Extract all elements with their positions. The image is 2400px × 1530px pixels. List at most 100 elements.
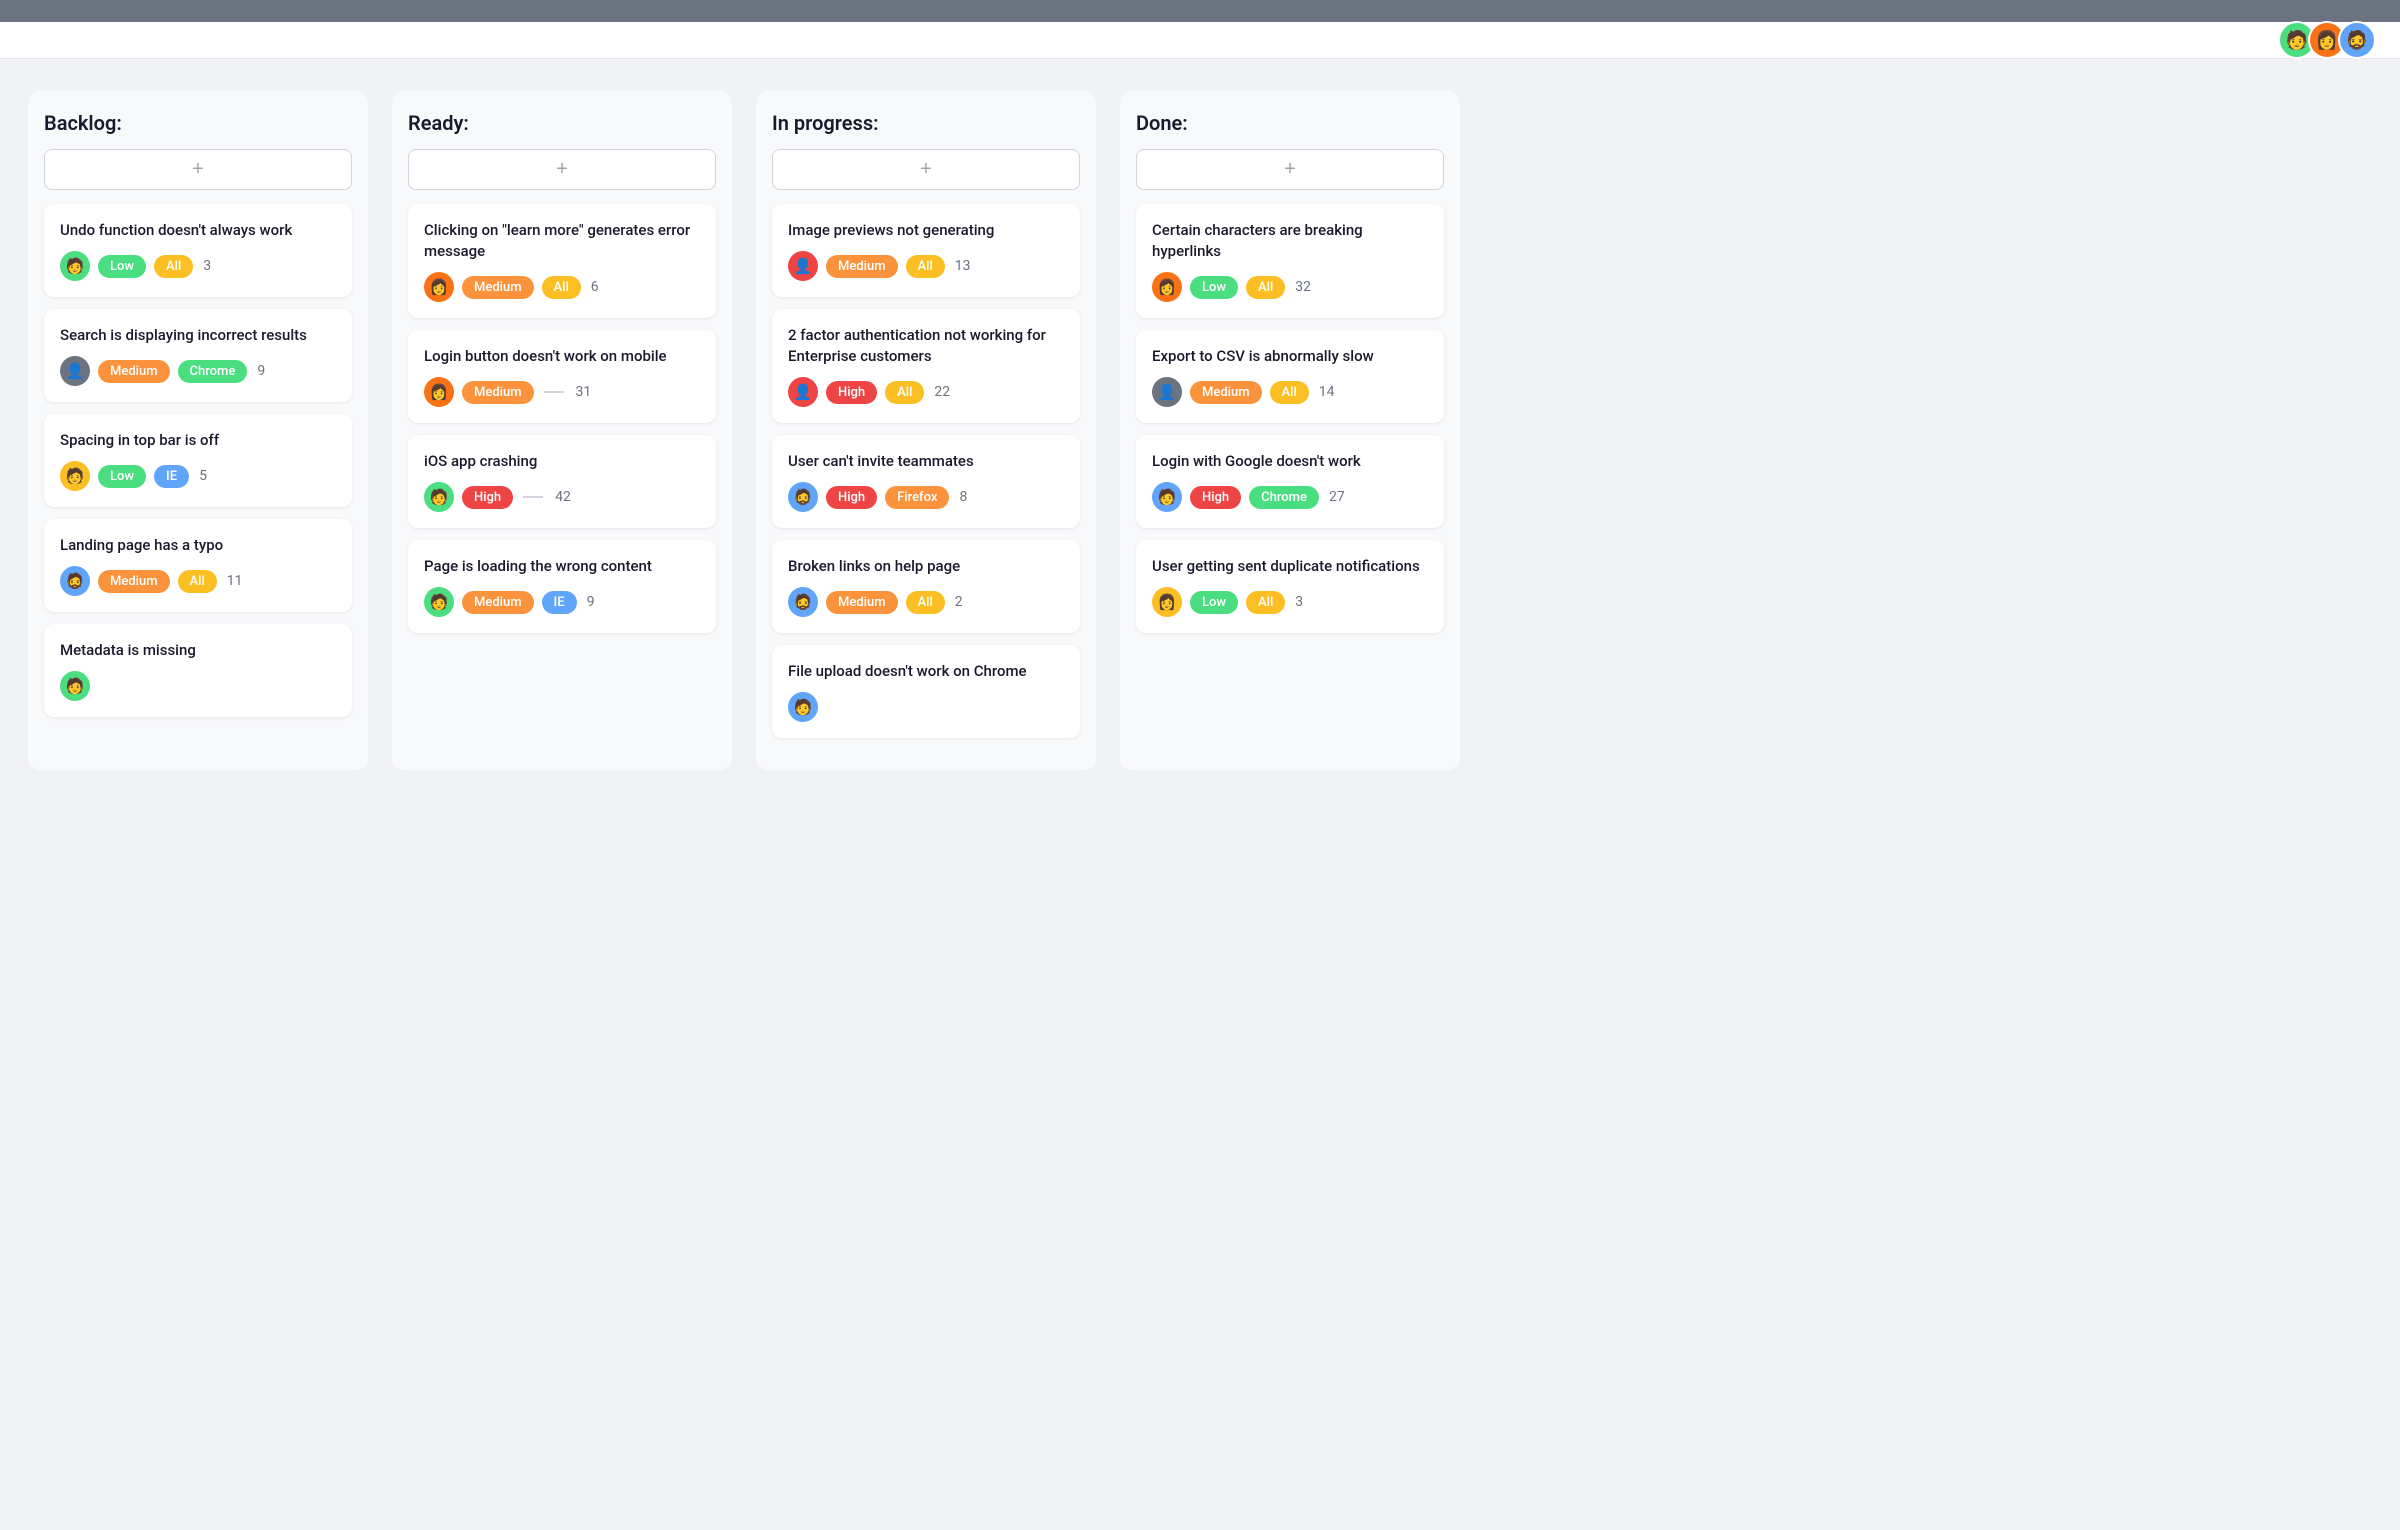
card-title: Clicking on "learn more" generates error… [424,220,700,262]
card-count: 42 [555,489,571,505]
column-header-ready: Ready: [408,111,716,135]
avatar: 🧑 [424,587,454,617]
tag-badge: All [154,255,193,278]
column-header-done: Done: [1136,111,1444,135]
header-avatars: 🧑 👩 🧔 [2284,21,2376,59]
card-done-1[interactable]: Export to CSV is abnormally slow👤MediumA… [1136,330,1444,423]
priority-badge: Medium [1190,381,1262,404]
avatar: 👩 [1152,272,1182,302]
add-card-button-done[interactable]: + [1136,149,1444,190]
card-meta: 👤HighAll22 [788,377,1064,407]
tag-badge: IE [542,591,577,614]
column-header-backlog: Backlog: [44,111,352,135]
avatar: 🧔 [788,482,818,512]
tag-badge: All [885,381,924,404]
card-meta: 🧑HighChrome27 [1152,482,1428,512]
card-meta: 🧔 Medium All 2 [788,587,1064,617]
column-done: Done: + Certain characters are breaking hy… [1120,91,1460,770]
priority-badge: Medium [826,255,898,278]
avatar-3[interactable]: 🧔 [2338,21,2376,59]
card-ready-2[interactable]: iOS app crashing🧑High42 [408,435,716,528]
card-in-progress-2[interactable]: User can't invite teammates🧔HighFirefox8 [772,435,1080,528]
card-in-progress-3[interactable]: Broken links on help page 🧔 Medium All 2 [772,540,1080,633]
column-header-in-progress: In progress: [772,111,1080,135]
card-meta: 👩MediumAll6 [424,272,700,302]
card-count: 3 [203,258,211,274]
header: 🧑 👩 🧔 [0,22,2400,59]
card-count: 14 [1319,384,1335,400]
card-meta: 👩Medium31 [424,377,700,407]
card-title: Landing page has a typo [60,535,336,556]
card-done-0[interactable]: Certain characters are breaking hyperlin… [1136,204,1444,318]
add-card-button-backlog[interactable]: + [44,149,352,190]
avatar: 🧑 [60,251,90,281]
card-meta: 👩LowAll32 [1152,272,1428,302]
avatar: 👤 [788,251,818,281]
separator [544,391,564,393]
card-title: User getting sent duplicate notification… [1152,556,1428,577]
tag-badge: Chrome [178,360,248,383]
priority-badge: Medium [826,591,898,614]
avatar: 👤 [60,356,90,386]
card-title: iOS app crashing [424,451,700,472]
card-title: Undo function doesn't always work [60,220,336,241]
tag-badge: Firefox [885,486,949,509]
avatar: 👤 [788,377,818,407]
card-meta: 🧑 [60,671,336,701]
card-count: 8 [959,489,967,505]
card-backlog-1[interactable]: Search is displaying incorrect results 👤M… [44,309,352,402]
card-title: Export to CSV is abnormally slow [1152,346,1428,367]
card-count: 5 [199,468,207,484]
card-backlog-3[interactable]: Landing page has a typo🧔MediumAll11 [44,519,352,612]
card-in-progress-4[interactable]: File upload doesn't work on Chrome🧑 [772,645,1080,738]
card-ready-0[interactable]: Clicking on "learn more" generates error… [408,204,716,318]
card-ready-3[interactable]: Page is loading the wrong content 🧑Medium… [408,540,716,633]
card-count: 27 [1329,489,1345,505]
card-count: 32 [1295,279,1311,295]
card-meta: 👤MediumAll13 [788,251,1064,281]
card-title: Spacing in top bar is off [60,430,336,451]
priority-badge: Low [98,255,146,278]
priority-badge: Low [98,465,146,488]
card-ready-1[interactable]: Login button doesn't work on mobile 👩Medi… [408,330,716,423]
card-title: Page is loading the wrong content [424,556,700,577]
card-title: Metadata is missing [60,640,336,661]
card-title: Broken links on help page [788,556,1064,577]
card-done-2[interactable]: Login with Google doesn't work 🧑HighChrom… [1136,435,1444,528]
add-card-button-in-progress[interactable]: + [772,149,1080,190]
card-in-progress-1[interactable]: 2 factor authentication not working for … [772,309,1080,423]
card-title: Search is displaying incorrect results [60,325,336,346]
priority-badge: High [826,486,877,509]
add-card-button-ready[interactable]: + [408,149,716,190]
card-backlog-0[interactable]: Undo function doesn't always work 🧑 Low All… [44,204,352,297]
card-meta: 🧑LowIE5 [60,461,336,491]
priority-badge: Low [1190,591,1238,614]
tag-badge: IE [154,465,189,488]
card-title: Certain characters are breaking hyperlin… [1152,220,1428,262]
tag-badge: All [906,591,945,614]
card-count: 2 [955,594,963,610]
priority-badge: High [826,381,877,404]
avatar: 👩 [424,377,454,407]
card-backlog-2[interactable]: Spacing in top bar is off🧑LowIE5 [44,414,352,507]
card-title: Image previews not generating [788,220,1064,241]
card-title: 2 factor authentication not working for … [788,325,1064,367]
avatar: 👩 [1152,587,1182,617]
priority-badge: Medium [462,276,534,299]
card-title: Login with Google doesn't work [1152,451,1428,472]
avatar: 🧔 [788,587,818,617]
card-in-progress-0[interactable]: Image previews not generating👤MediumAll1… [772,204,1080,297]
card-backlog-4[interactable]: Metadata is missing 🧑 [44,624,352,717]
tag-badge: All [1270,381,1309,404]
card-title: Login button doesn't work on mobile [424,346,700,367]
card-meta: 🧑MediumIE9 [424,587,700,617]
card-count: 6 [591,279,599,295]
avatar: 🧔 [60,566,90,596]
card-meta: 🧑 Low All 3 [60,251,336,281]
tag-badge: All [1246,276,1285,299]
column-ready: Ready: + Clicking on "learn more" generate… [392,91,732,770]
card-meta: 👤MediumChrome9 [60,356,336,386]
card-done-3[interactable]: User getting sent duplicate notification… [1136,540,1444,633]
priority-badge: High [1190,486,1241,509]
tag-badge: All [1246,591,1285,614]
